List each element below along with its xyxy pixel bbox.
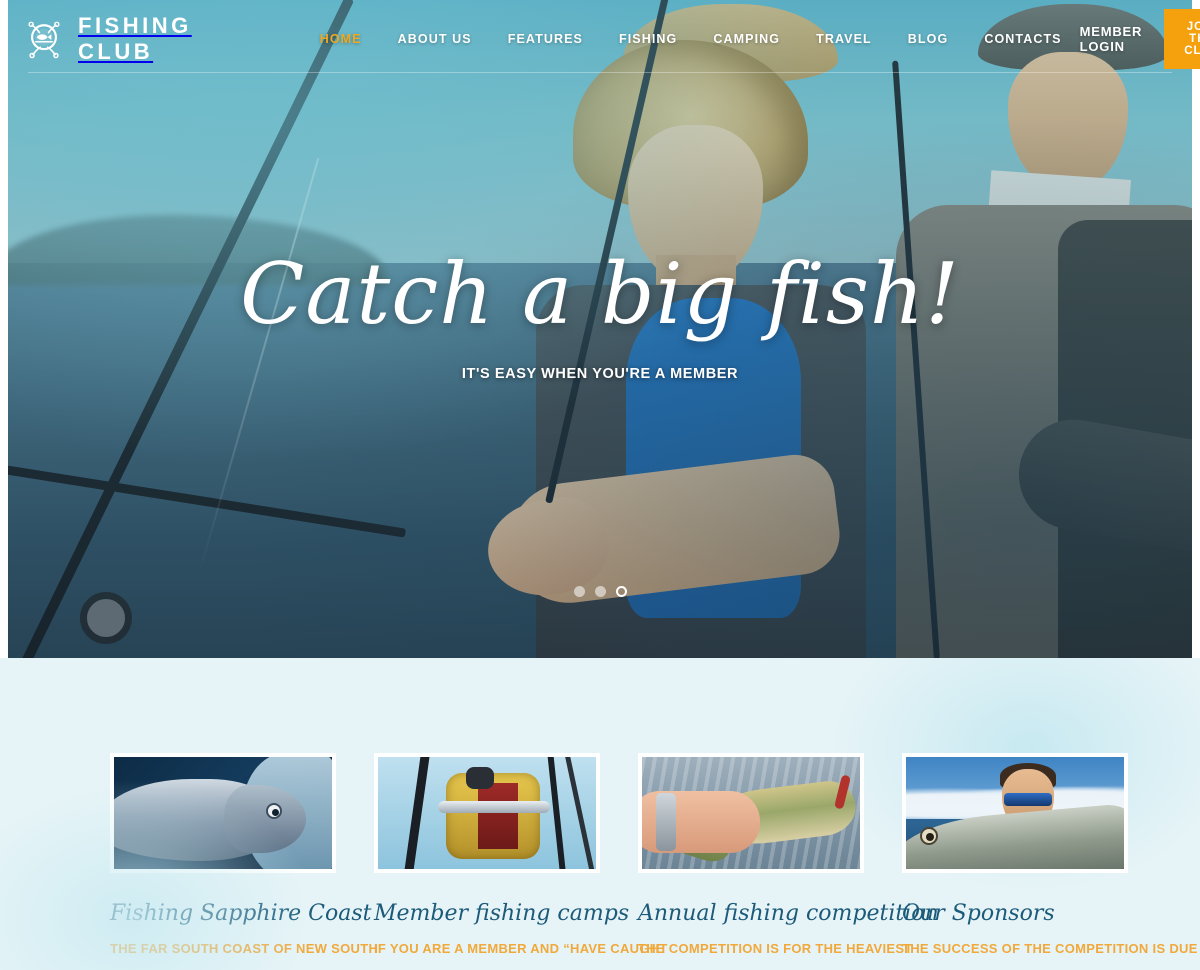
- feature-card-title: Our Sponsors: [902, 901, 1055, 926]
- carousel-dots[interactable]: [8, 586, 1192, 597]
- fish-badge-icon: [22, 17, 66, 61]
- nav-item-travel[interactable]: TRAVEL: [798, 32, 890, 46]
- nav-item-about-us[interactable]: ABOUT US: [380, 32, 490, 46]
- carousel-dot-1[interactable]: [573, 586, 585, 597]
- join-the-club-button[interactable]: JOIN THE CLUB: [1164, 9, 1200, 69]
- hero-subtitle: IT'S EASY WHEN YOU'RE A MEMBER: [461, 366, 739, 383]
- feature-card-text: THE COMPETITION IS FOR THE HEAVIEST: [638, 941, 913, 956]
- feature-card-title: Member fishing camps: [374, 901, 630, 926]
- fishing-reel-photo[interactable]: [374, 753, 600, 873]
- feature-card[interactable]: Our Sponsors THE SUCCESS OF THE COMPETIT…: [902, 753, 1198, 959]
- nav-item-home[interactable]: HOME: [302, 32, 380, 46]
- brand-name: FISHING CLUB: [78, 13, 192, 64]
- feature-card-title: Fishing Sapphire Coast: [110, 901, 372, 926]
- feature-card[interactable]: Fishing Sapphire Coast THE FAR SOUTH COA…: [110, 753, 379, 959]
- angler-with-fish-photo[interactable]: [902, 753, 1128, 873]
- brand-logo-link[interactable]: FISHING CLUB: [22, 13, 192, 65]
- feature-card[interactable]: Annual fishing competition THE COMPETITI…: [638, 753, 939, 959]
- page-root: Catch a big fish! IT'S EASY WHEN YOU'RE …: [0, 0, 1200, 970]
- header-actions: MEMBER LOGIN JOIN THE CLUB: [1080, 9, 1200, 69]
- member-login-link[interactable]: MEMBER LOGIN: [1080, 24, 1143, 54]
- nav-item-features[interactable]: FEATURES: [490, 32, 601, 46]
- feature-card[interactable]: Member fishing camps IF YOU ARE A MEMBER…: [374, 753, 668, 959]
- carousel-dot-3[interactable]: [615, 586, 627, 597]
- nav-item-camping[interactable]: CAMPING: [695, 32, 798, 46]
- nav-item-fishing[interactable]: FISHING: [601, 32, 695, 46]
- hero-title: Catch a big fish!: [240, 245, 960, 343]
- carousel-dot-2[interactable]: [594, 586, 606, 597]
- feature-card-text: IF YOU ARE A MEMBER AND “HAVE CAUGHT: [374, 941, 668, 956]
- feature-card-list: Fishing Sapphire Coast THE FAR SOUTH COA…: [110, 753, 1197, 959]
- features-section: Fishing Sapphire Coast THE FAR SOUTH COA…: [0, 658, 1200, 970]
- hero-banner: Catch a big fish! IT'S EASY WHEN YOU'RE …: [8, 0, 1192, 658]
- feature-card-title: Annual fishing competition: [638, 901, 939, 926]
- header-divider: [28, 72, 1172, 73]
- nav-item-contacts[interactable]: CONTACTS: [966, 32, 1079, 46]
- site-header: FISHING CLUB HOME ABOUT US FEATURES FISH…: [0, 0, 1200, 78]
- feature-card-text: THE FAR SOUTH COAST OF NEW SOUTH: [110, 941, 379, 956]
- fish-closeup-photo[interactable]: [110, 753, 336, 873]
- nav-item-blog[interactable]: BLOG: [890, 32, 967, 46]
- main-navigation: HOME ABOUT US FEATURES FISHING CAMPING T…: [302, 32, 1080, 46]
- hero-copy: Catch a big fish! IT'S EASY WHEN YOU'RE …: [8, 250, 1192, 382]
- feature-card-text: THE SUCCESS OF THE COMPETITION IS DUE: [902, 941, 1198, 956]
- trout-in-hand-photo[interactable]: [638, 753, 864, 873]
